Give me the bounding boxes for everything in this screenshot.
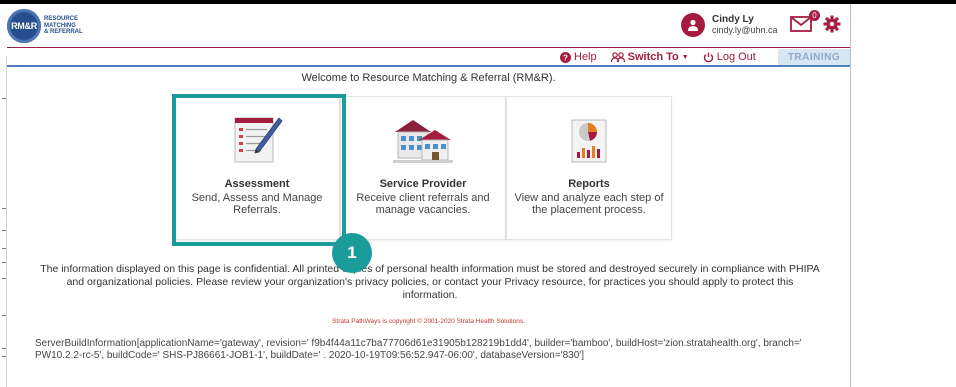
- user-email: cindy.ly@uhn.ca: [712, 25, 778, 35]
- logout-link[interactable]: Log Out: [703, 51, 756, 63]
- page-left-border: [6, 56, 7, 387]
- help-link[interactable]: ? Help: [560, 51, 597, 63]
- welcome-message: Welcome to Resource Matching & Referral …: [301, 72, 556, 84]
- confidentiality-notice: The information displayed on this page i…: [40, 263, 820, 301]
- assessment-icon: [234, 117, 283, 163]
- logo-line-3: & REFERRAL: [44, 29, 83, 36]
- card-title: Service Provider: [379, 178, 467, 190]
- card-title: Reports: [568, 178, 610, 190]
- help-icon: ?: [560, 51, 571, 63]
- user-name: Cindy Ly: [712, 14, 754, 25]
- top-nav: ? Help Switch To ▼ Log Out: [560, 49, 770, 65]
- buildings-icon: [393, 120, 453, 163]
- service-provider-card[interactable]: Service Provider Receive client referral…: [340, 96, 506, 240]
- caret-down-icon: ▼: [681, 53, 689, 61]
- header-divider: [7, 47, 850, 48]
- switch-to-menu[interactable]: Switch To ▼: [610, 51, 689, 63]
- card-title: Assessment: [224, 178, 290, 190]
- card-description: Send, Assess and Manage Referrals.: [191, 192, 323, 216]
- help-label: Help: [574, 51, 597, 63]
- copyright-notice: Strata PathWays is copyright © 2001-2020…: [332, 318, 525, 325]
- mail-icon[interactable]: [790, 16, 812, 32]
- logo-mark: RM&R: [7, 9, 41, 43]
- rmr-logo[interactable]: RM&R RESOURCE MATCHING & REFERRAL: [7, 9, 83, 43]
- assessment-card[interactable]: Assessment Send, Assess and Manage Refer…: [174, 96, 340, 240]
- server-build-info: ServerBuildInformation[applicationName='…: [35, 338, 802, 361]
- window-top-border: [0, 0, 956, 4]
- card-description: Receive client referrals and manage vaca…: [356, 192, 490, 216]
- mail-count-badge: 0: [809, 10, 820, 21]
- card-description: View and analyze each step of the placem…: [514, 192, 664, 216]
- reports-card[interactable]: Reports View and analyze each step of th…: [506, 96, 672, 240]
- page-right-border: [850, 4, 851, 387]
- users-icon: [610, 51, 625, 62]
- nav-underline: [7, 65, 850, 67]
- svg-text:?: ?: [563, 53, 568, 62]
- environment-badge: TRAINING: [778, 49, 850, 65]
- logo-wordmark: RESOURCE MATCHING & REFERRAL: [44, 16, 83, 36]
- avatar: [681, 13, 705, 37]
- reports-icon: [571, 119, 607, 163]
- gear-icon[interactable]: [823, 15, 841, 33]
- switch-to-label: Switch To: [627, 51, 679, 63]
- step-callout-badge: 1: [332, 233, 372, 273]
- user-profile[interactable]: Cindy Ly cindy.ly@uhn.ca: [681, 13, 778, 37]
- user-group-icon: [688, 19, 698, 31]
- logout-label: Log Out: [716, 51, 756, 63]
- power-icon: [703, 52, 713, 62]
